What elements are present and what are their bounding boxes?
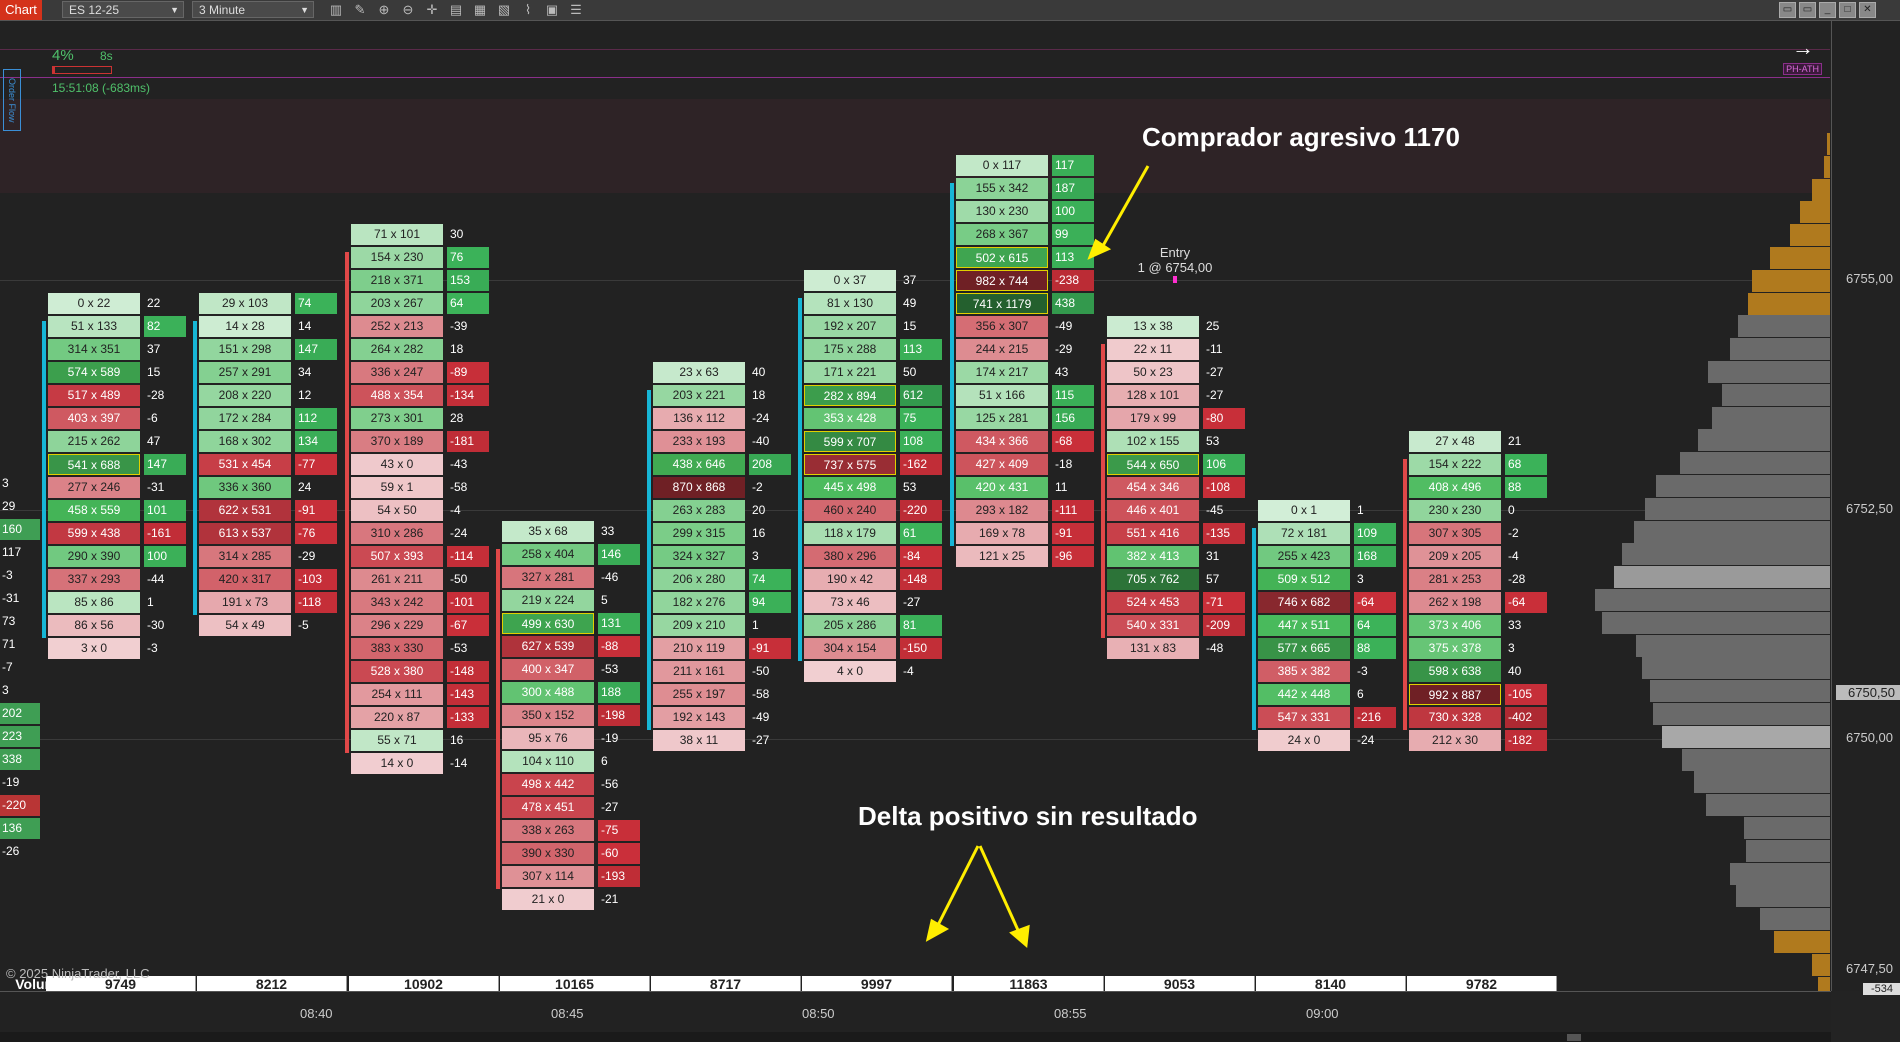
current-price-label: 6750,50: [1836, 685, 1900, 700]
arrow-line: [933, 845, 980, 932]
chart-menu-button[interactable]: Chart: [0, 0, 42, 20]
window-controls: ▭ ▭ _ □ ✕: [1779, 2, 1876, 18]
chevron-down-icon: ▼: [170, 5, 179, 15]
time-label: 09:00: [1306, 1006, 1339, 1021]
arrow-line: [1098, 165, 1150, 252]
data-series-icon[interactable]: ▧: [496, 2, 512, 18]
price-label: 6750,00: [1846, 730, 1893, 745]
delta-axis-label: -534: [1862, 983, 1900, 995]
bars-icon[interactable]: ▥: [328, 2, 344, 18]
more-icon[interactable]: ☰: [568, 2, 584, 18]
instrument-selector[interactable]: ES 12-25 ▼: [62, 1, 184, 18]
close-icon[interactable]: ✕: [1859, 2, 1876, 18]
pencil-icon[interactable]: ✎: [352, 2, 368, 18]
time-axis[interactable]: 08:40 08:45 08:50 08:55 09:00: [0, 991, 1831, 1042]
price-label: 6747,50: [1846, 961, 1893, 976]
time-label: 08:55: [1054, 1006, 1087, 1021]
zoom-in-icon[interactable]: ⊕: [376, 2, 392, 18]
annotation-arrows: [925, 165, 1150, 948]
arrow-head: [925, 918, 950, 942]
indicators-icon[interactable]: ▣: [544, 2, 560, 18]
time-label: 08:40: [300, 1006, 333, 1021]
price-axis[interactable]: 6755,00 6752,50 6750,50 6750,00 6747,50 …: [1831, 21, 1900, 995]
maximize-icon[interactable]: □: [1839, 2, 1856, 18]
minimize-icon[interactable]: _: [1819, 2, 1836, 18]
zoom-out-icon[interactable]: ⊖: [400, 2, 416, 18]
interval-selector[interactable]: 3 Minute ▼: [192, 1, 314, 18]
chart-panel[interactable]: Order Flow 4% 8s 15:51:08 (-683ms) → PH-…: [0, 21, 1830, 1010]
arrow-line: [978, 845, 1024, 940]
restore-icon[interactable]: ▭: [1799, 2, 1816, 18]
interval-label: 3 Minute: [199, 3, 246, 17]
price-label: 6752,50: [1846, 501, 1893, 516]
time-label: 08:50: [802, 1006, 835, 1021]
copyright: © 2025 NinjaTrader, LLC: [6, 966, 150, 981]
arrow-head: [1009, 924, 1030, 948]
toolbar-icons: ▥ ✎ ⊕ ⊖ ✛ ▤ ▦ ▧ ⌇ ▣ ☰: [328, 0, 584, 20]
chevron-down-icon: ▼: [300, 5, 309, 15]
strategies-icon[interactable]: ⌇: [520, 2, 536, 18]
properties-icon[interactable]: ▤: [448, 2, 464, 18]
tile-icon[interactable]: ▭: [1779, 2, 1796, 18]
instrument-label: ES 12-25: [69, 3, 120, 17]
scrollbar-thumb[interactable]: [1567, 1034, 1581, 1041]
time-label: 08:45: [551, 1006, 584, 1021]
chart-toolbar: Chart ES 12-25 ▼ 3 Minute ▼ ▥ ✎ ⊕ ⊖ ✛ ▤ ▦ ▧ ⌇ ▣ ☰ …: [0, 0, 1900, 21]
templates-icon[interactable]: ▦: [472, 2, 488, 18]
price-label: 6755,00: [1846, 271, 1893, 286]
crosshair-icon[interactable]: ✛: [424, 2, 440, 18]
